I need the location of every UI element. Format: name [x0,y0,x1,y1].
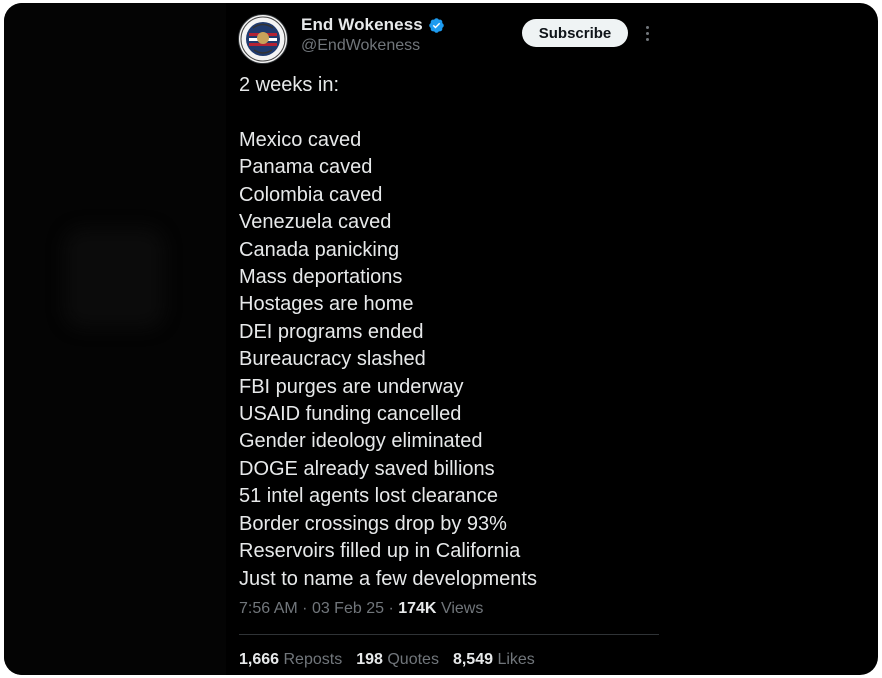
tweet-line: Hostages are home [239,293,414,316]
meta-separator: · [388,600,394,617]
likes-label: Likes [497,651,535,668]
left-pane [4,3,226,675]
likes-count: 8,549 [452,651,493,668]
verified-badge-icon [429,17,444,33]
engagement-stats: 1,666 Reposts 198 Quotes 8,549 Likes [239,651,535,669]
tweet-line: FBI purges are underway [239,375,464,398]
tweet-time[interactable]: 7:56 AM [239,600,298,617]
more-dot [645,25,649,29]
tweet-line: Border crossings drop by 93% [239,512,507,535]
tweet-line: Bureaucracy slashed [239,348,426,371]
tweet-line: Just to name a few developments [239,567,537,590]
tweet-date[interactable]: 03 Feb 25 [312,600,384,617]
reposts-count: 1,666 [239,651,280,668]
tweet-line: Mexico caved [239,129,362,151]
views-count: 174K [398,600,437,617]
divider [239,634,659,635]
tweet-line: 51 intel agents lost clearance [239,485,499,508]
tweet-line: Panama caved [239,156,373,179]
blurred-background-shape [64,228,164,328]
meta-separator: · [302,600,308,617]
tweet-line: DEI programs ended [239,320,424,343]
tweet-meta: 7:56 AM · 03 Feb 25 · 174K Views [239,600,483,618]
quotes-count: 198 [356,651,383,668]
more-options-icon[interactable] [640,23,654,43]
tweet-line: Gender ideology eliminated [239,430,483,453]
quotes-label: Quotes [387,651,439,668]
tweet-line: Colombia caved [239,183,383,206]
tweet-intro: 2 weeks in: [239,74,340,96]
tweet-lines: Mexico caved Panama caved Colombia caved… [239,127,537,593]
quotes-stat[interactable]: 198 Quotes [356,651,439,669]
screenshot-frame: End Wokeness @EndWokeness Subscribe 2 we… [4,3,878,675]
tweet-line: Mass deportations [239,266,403,289]
likes-stat[interactable]: 8,549 Likes [453,651,535,669]
tweet-line: Reservoirs filled up in California [239,540,521,563]
more-dot [645,37,649,41]
reposts-stat[interactable]: 1,666 Reposts [239,651,342,669]
tweet-line: Venezuela caved [239,211,392,234]
user-handle[interactable]: @EndWokeness [301,37,420,55]
more-dot [645,31,649,35]
tweet-line: Canada panicking [239,238,400,261]
name-row: End Wokeness [301,15,445,35]
tweet-line: USAID funding cancelled [239,403,462,426]
avatar-emblem-icon [240,16,286,62]
profile-avatar[interactable] [238,14,288,64]
reposts-label: Reposts [283,651,343,668]
tweet-card: End Wokeness @EndWokeness Subscribe 2 we… [226,3,672,675]
subscribe-button[interactable]: Subscribe [522,19,628,47]
views-label: Views [440,600,484,617]
display-name[interactable]: End Wokeness [301,15,423,35]
tweet-line: DOGE already saved billions [239,457,495,480]
